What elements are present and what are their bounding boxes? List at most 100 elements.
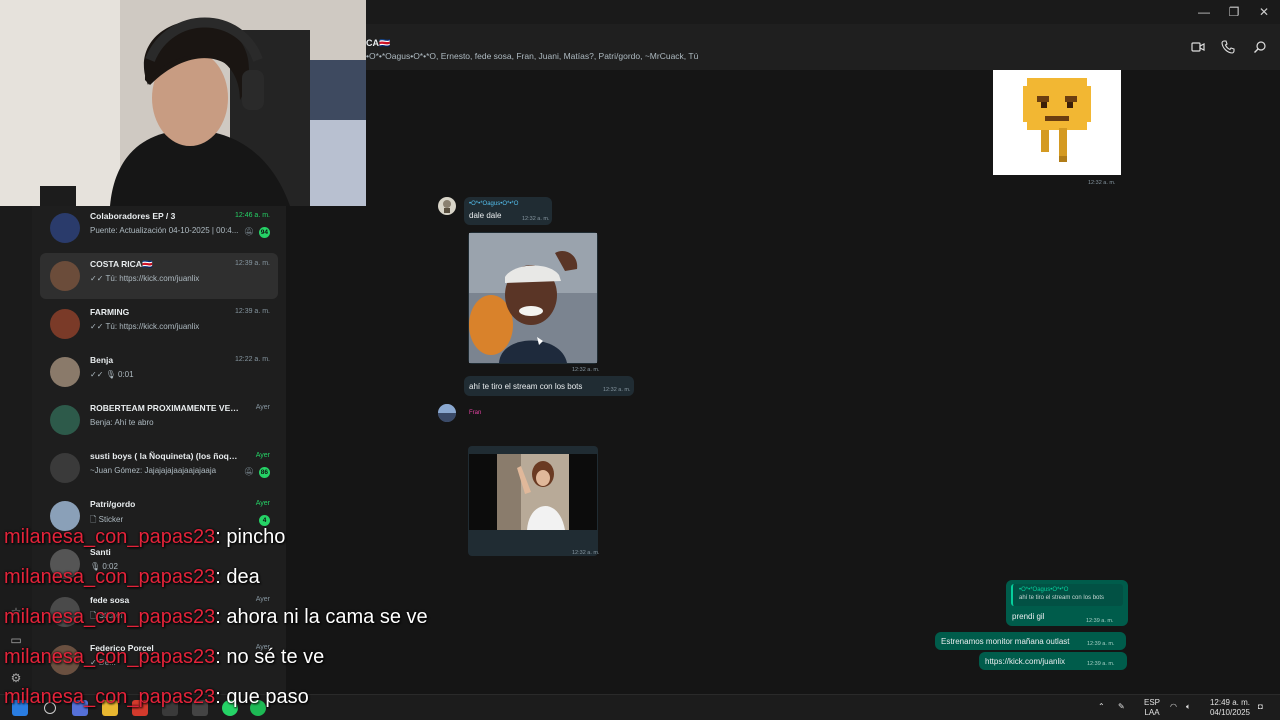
desktop: — ❐ ✕ ☆ ▭ ⚙ Colaboradores EP / 3 12:46 a.… (0, 0, 1280, 720)
chat-list-item[interactable]: FARMING 12:39 a. m. ✓✓ Tú: https://kick.co… (40, 301, 278, 347)
message-text: Estrenamos monitor mañana outlast (941, 637, 1070, 646)
stream-chat-line: milanesa_con_papas23: dea (4, 566, 260, 588)
message-sender: Fran (469, 410, 482, 416)
chat-name: Benja (90, 355, 114, 365)
chat-time: 12:46 a. m. (234, 212, 270, 219)
message-text: prendi gil (1012, 612, 1045, 621)
language-code: ESP (1143, 698, 1160, 707)
chat-list-item[interactable]: susti boys ( la Ñoquineta) (los ñoqui bo… (40, 445, 278, 491)
unread-badge: 4 (259, 515, 270, 526)
chat-avatar (50, 213, 80, 243)
conversation-header[interactable]: CA🇨🇷 •O*•*Oagus•O*•*O, Ernesto, fede sos… (286, 24, 1280, 70)
clock-date: 04/10/2025 (1209, 708, 1251, 717)
chat-preview: ~Juan Gómez: Jajajajajaajaajajaaja (90, 466, 217, 475)
reply-text: ahí te tiro el stream con los bots (1019, 595, 1105, 601)
notification-icon[interactable]: ◘ (1258, 702, 1263, 712)
chat-username: milanesa_con_papas23 (4, 686, 216, 708)
message-bubble-outgoing[interactable]: •O*•*Oagus•O*•*O ahí te tiro el stream c… (1006, 580, 1128, 626)
chat-time: Ayer (255, 404, 270, 411)
clock[interactable]: 12:49 a. m. 04/10/2025 (1206, 698, 1254, 718)
language-indicator[interactable]: ESP LAA (1140, 698, 1164, 718)
message-time: 12:39 a. m. (1086, 618, 1114, 624)
chat-name: fede sosa (90, 595, 130, 605)
reply-author: •O*•*Oagus•O*•*O (1019, 587, 1069, 593)
chat-message: no sé te ve (226, 646, 325, 668)
message-time: 12:32 a. m. (572, 367, 600, 373)
chat-time: Ayer (255, 596, 270, 603)
chat-name: FARMING (90, 307, 130, 317)
phone-icon[interactable] (1220, 40, 1236, 56)
webcam-overlay (0, 0, 366, 206)
chat-username: milanesa_con_papas23 (4, 566, 216, 588)
chat-message: ahora ni la cama se ve (226, 606, 428, 628)
message-sender: •O*•*Oagus•O*•*O (469, 201, 519, 207)
chat-message: pincho (226, 526, 286, 548)
chat-preview: Puente: Actualización 04-10-2025 | 00:4.… (90, 226, 239, 235)
message-time: 12:39 a. m. (1087, 661, 1115, 667)
stream-chat-line: milanesa_con_papas23: que paso (4, 686, 309, 708)
stream-chat-line: milanesa_con_papas23: ahora ni la cama s… (4, 606, 428, 628)
muted-icon: 🔕︎ (243, 227, 254, 236)
chat-time: Ayer (255, 500, 270, 507)
chat-name: COSTA RICA🇨🇷 (90, 259, 153, 269)
message-time: 12:39 a. m. (1087, 641, 1115, 647)
stream-chat-line: milanesa_con_papas23: no sé te ve (4, 646, 325, 668)
minimize-button[interactable]: — (1192, 3, 1216, 21)
video-call-icon[interactable] (1190, 40, 1206, 56)
conversation-members: •O*•*Oagus•O*•*O, Ernesto, fede sosa, Fr… (366, 51, 699, 61)
message-link[interactable]: https://kick.com/juanlix (985, 657, 1065, 666)
chat-avatar (50, 357, 80, 387)
message-bubble-incoming[interactable]: •O*•*Oagus•O*•*O dale dale 12:32 a. m. (464, 197, 552, 225)
message-time: 12:32 a. m. (603, 387, 631, 393)
image-message[interactable]: 12:32 a. m. (468, 232, 600, 373)
message-area[interactable]: 12:32 a. m. •O*•*Oagus•O*•*O dale dale 1… (286, 70, 1280, 694)
chat-time: 12:39 a. m. (234, 308, 270, 315)
unread-badge: 86 (258, 467, 270, 478)
chat-list-item[interactable]: Colaboradores EP / 3 12:46 a. m. Puente: A… (40, 205, 278, 251)
message-bubble-incoming[interactable]: ahí te tiro el stream con los bots 12:32… (464, 376, 634, 396)
settings-icon[interactable]: ⚙ (8, 670, 24, 686)
chat-time: 12:22 a. m. (234, 356, 270, 363)
reply-quote[interactable]: •O*•*Oagus•O*•*O ahí te tiro el stream c… (1011, 584, 1123, 606)
chat-list-item[interactable]: COSTA RICA🇨🇷 12:39 a. m. ✓✓ Tú: https://ki… (40, 253, 278, 299)
chat-username: milanesa_con_papas23 (4, 526, 216, 548)
close-button[interactable]: ✕ (1252, 3, 1276, 21)
tray-chevron-icon[interactable]: ⌃ (1098, 702, 1105, 712)
chat-message: dea (226, 566, 260, 588)
wifi-icon[interactable]: ◠ (1170, 702, 1177, 712)
pen-icon[interactable]: ✎ (1118, 702, 1125, 712)
image-message[interactable]: 12:32 a. m. (468, 446, 600, 556)
chat-list-item[interactable]: ROBERTEAM PROXIMAMENTE VEGETTA... Ayer Ben… (40, 397, 278, 443)
chat-name: Patri/gordo (90, 499, 136, 509)
muted-icon: 🔕︎ (243, 467, 254, 476)
message-time: 12:32 a. m. (522, 216, 550, 222)
message-bubble-outgoing[interactable]: Estrenamos monitor mañana outlast 12:39 … (935, 632, 1126, 650)
search-icon[interactable] (1252, 40, 1268, 56)
chat-username: milanesa_con_papas23 (4, 646, 216, 668)
chat-preview: ✓✓ Tú: https://kick.com/juanlix (90, 274, 200, 283)
sender-avatar[interactable] (438, 404, 456, 422)
message-text: ahí te tiro el stream con los bots (469, 382, 583, 391)
chat-username: milanesa_con_papas23 (4, 606, 216, 628)
sticker-image[interactable] (993, 70, 1121, 175)
chat-list-item[interactable]: Benja 12:22 a. m. ✓✓ 🎙 0:01 (40, 349, 278, 395)
maximize-button[interactable]: ❐ (1222, 3, 1246, 21)
clock-time: 12:49 a. m. (1209, 698, 1251, 707)
unread-badge: 94 (258, 227, 270, 238)
conversation-title: CA🇨🇷 (366, 38, 391, 48)
stream-chat-line: milanesa_con_papas23: pincho (4, 526, 286, 548)
conversation-pane: CA🇨🇷 •O*•*Oagus•O*•*O, Ernesto, fede sos… (286, 24, 1280, 694)
chat-name: susti boys ( la Ñoquineta) (los ñoqui bo… (90, 451, 240, 461)
layout-code: LAA (1144, 708, 1160, 717)
message-bubble-outgoing[interactable]: https://kick.com/juanlix 12:39 a. m. (979, 652, 1127, 670)
volume-icon[interactable]: 🔈︎ (1186, 702, 1191, 712)
chat-preview: ✓✓ 🎙 0:01 (90, 370, 134, 379)
chat-time: Ayer (255, 452, 270, 459)
sender-avatar[interactable] (438, 197, 456, 215)
chat-time: 12:39 a. m. (234, 260, 270, 267)
chat-preview: Benja: Ahí te abro (90, 418, 154, 427)
chat-avatar (50, 261, 80, 291)
chat-avatar (50, 453, 80, 483)
chat-message: que paso (226, 686, 309, 708)
chat-name: Colaboradores EP / 3 (90, 211, 176, 221)
